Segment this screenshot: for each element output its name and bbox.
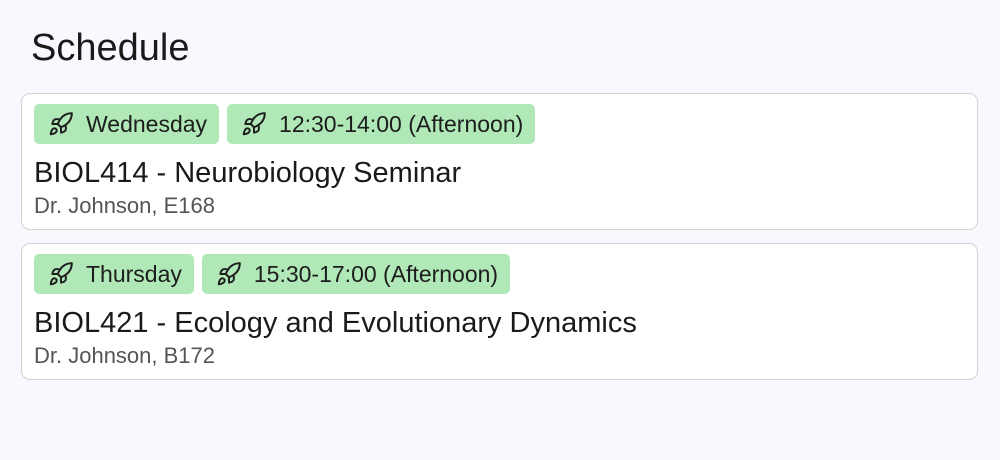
time-label: 15:30-17:00 (Afternoon) <box>253 260 499 287</box>
time-tag: 12:30-14:00 (Afternoon) <box>227 104 536 144</box>
rocket-icon <box>48 111 74 137</box>
day-label: Thursday <box>86 260 182 287</box>
day-label: Wednesday <box>86 110 208 137</box>
rocket-icon <box>241 111 267 137</box>
day-tag: Wednesday <box>34 104 220 144</box>
tag-row: Wednesday 12:30-14:00 (Afternoon) <box>34 104 536 144</box>
tag-row: Thursday 15:30-17:00 (Afternoon) <box>34 254 511 294</box>
page-title: Schedule <box>31 27 190 69</box>
time-tag: 15:30-17:00 (Afternoon) <box>201 254 511 294</box>
course-details: Dr. Johnson, E168 <box>34 193 216 218</box>
rocket-icon <box>216 261 242 287</box>
course-details: Dr. Johnson, B172 <box>34 343 216 368</box>
time-label: 12:30-14:00 (Afternoon) <box>279 110 524 137</box>
schedule-card[interactable]: Wednesday 12:30-14:00 (Afternoon) BIOL41… <box>21 93 978 230</box>
course-title: BIOL421 - Ecology and Evolutionary Dynam… <box>34 307 637 339</box>
day-tag: Thursday <box>34 254 194 294</box>
schedule-card[interactable]: Thursday 15:30-17:00 (Afternoon) BIOL421… <box>21 243 978 380</box>
rocket-icon <box>48 261 74 287</box>
course-title: BIOL414 - Neurobiology Seminar <box>34 157 462 189</box>
